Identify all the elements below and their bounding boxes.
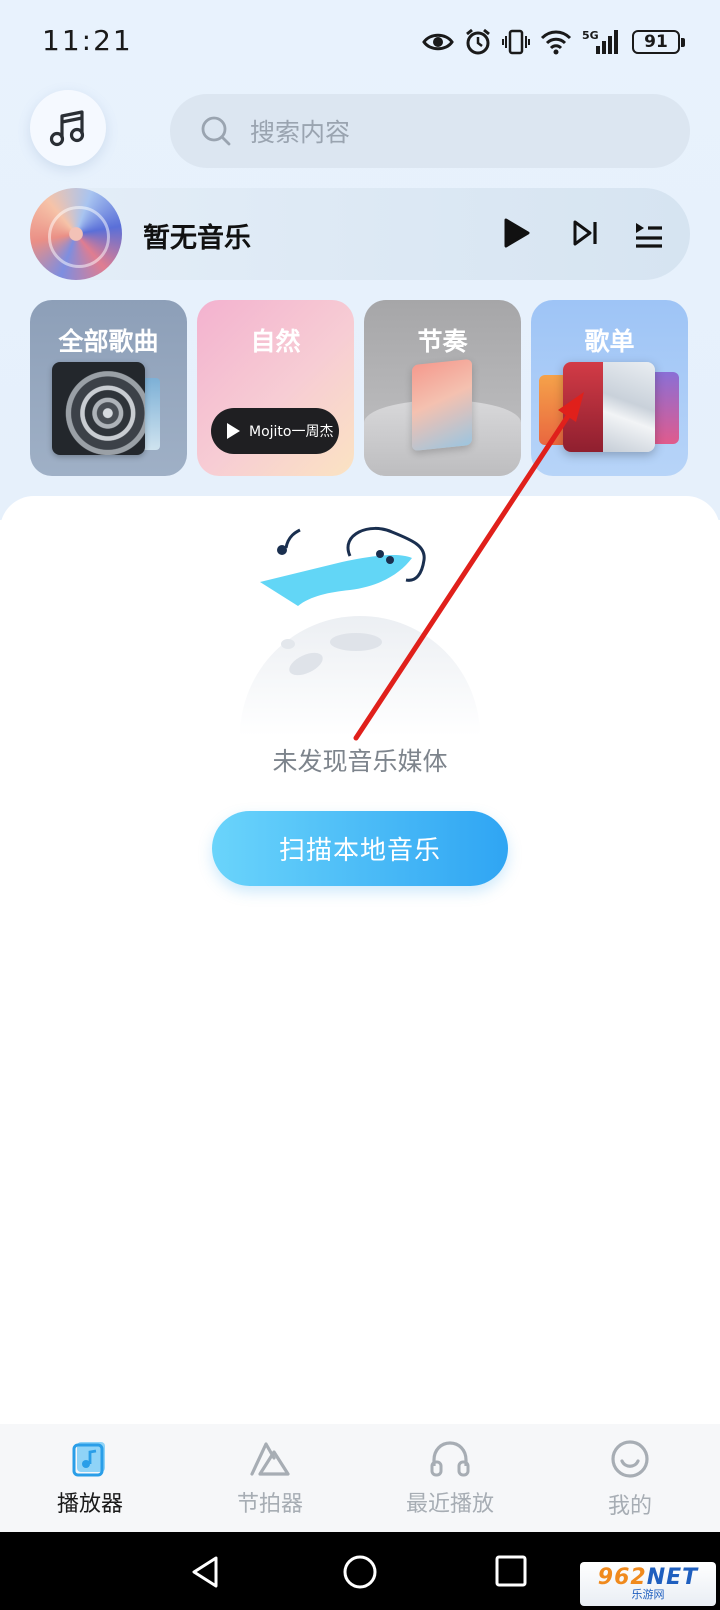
scan-button-label: 扫描本地音乐 xyxy=(278,836,441,866)
album-art-disc[interactable] xyxy=(30,188,122,280)
music-library-button[interactable] xyxy=(30,90,106,166)
nature-track-pill[interactable]: Mojito一周杰 xyxy=(211,408,339,454)
search-placeholder: 搜索内容 xyxy=(250,118,351,147)
now-playing-title: 暂无音乐 xyxy=(143,223,251,254)
status-time: 11:21 xyxy=(42,24,133,57)
battery-icon: 91 xyxy=(632,30,685,54)
wifi-icon xyxy=(540,30,572,55)
nav-label-mine: 我的 xyxy=(607,1494,652,1519)
eye-icon xyxy=(422,33,454,51)
vibrate-icon xyxy=(502,29,530,55)
bottom-navigation: 播放器 节拍器 最近播放 我的 xyxy=(0,1424,720,1532)
status-icons: 5G 91 xyxy=(422,26,685,58)
headphones-icon xyxy=(430,1441,470,1477)
nav-tab-player[interactable]: 播放器 xyxy=(0,1424,180,1532)
category-label: 节奏 xyxy=(417,327,468,356)
watermark-main-prefix: 962 xyxy=(597,1565,647,1590)
category-label: 歌单 xyxy=(584,327,635,356)
scan-local-music-button[interactable]: 扫描本地音乐 xyxy=(212,811,508,886)
now-playing-bar[interactable]: 暂无音乐 xyxy=(30,188,690,280)
player-icon xyxy=(72,1442,105,1477)
album-art-rhythm xyxy=(412,358,472,452)
next-track-icon[interactable] xyxy=(570,218,600,248)
category-rhythm[interactable]: 节奏 xyxy=(364,300,521,476)
nav-tab-metronome[interactable]: 节拍器 xyxy=(180,1424,360,1532)
alarm-icon xyxy=(466,28,490,55)
empty-state-illustration xyxy=(240,526,480,736)
nav-label-player: 播放器 xyxy=(56,1492,123,1517)
watermark-main-suffix: NET xyxy=(646,1565,699,1590)
play-icon xyxy=(227,423,240,439)
category-label: 自然 xyxy=(250,327,301,356)
category-nature[interactable]: 自然 Mojito一周杰 xyxy=(197,300,354,476)
category-all-songs[interactable]: 全部歌曲 xyxy=(30,300,187,476)
watermark-main: 962NET xyxy=(598,1567,698,1589)
nav-label-recent: 最近播放 xyxy=(405,1492,494,1517)
search-icon xyxy=(201,116,231,146)
play-icon[interactable] xyxy=(500,216,532,250)
status-bar: 11:21 5G 91 xyxy=(0,0,720,84)
empty-state-message: 未发现音乐媒体 xyxy=(272,747,448,776)
signal-5g-icon: 5G xyxy=(582,29,618,54)
category-playlist[interactable]: 歌单 xyxy=(531,300,688,476)
search-input[interactable]: 搜索内容 xyxy=(170,94,690,168)
watermark-logo: 962NET 乐游网 xyxy=(580,1562,716,1606)
battery-level: 91 xyxy=(644,32,668,52)
nav-tab-mine[interactable]: 我的 xyxy=(540,1424,720,1532)
smile-icon xyxy=(611,1440,649,1478)
category-label: 全部歌曲 xyxy=(58,327,159,356)
svg-text:5G: 5G xyxy=(582,29,599,42)
music-note-icon xyxy=(49,110,85,147)
album-art-tunnel xyxy=(52,362,145,455)
metronome-icon xyxy=(250,1442,290,1476)
home-icon[interactable] xyxy=(342,1554,378,1590)
recent-apps-icon[interactable] xyxy=(494,1554,528,1588)
back-icon[interactable] xyxy=(188,1554,224,1590)
album-art-playlist xyxy=(563,362,655,452)
watermark-sub: 乐游网 xyxy=(631,1588,665,1601)
nature-track-name: Mojito一周杰 xyxy=(249,424,334,440)
playlist-queue-icon[interactable] xyxy=(634,218,664,248)
nav-label-metronome: 节拍器 xyxy=(236,1492,303,1517)
nav-tab-recent[interactable]: 最近播放 xyxy=(360,1424,540,1532)
